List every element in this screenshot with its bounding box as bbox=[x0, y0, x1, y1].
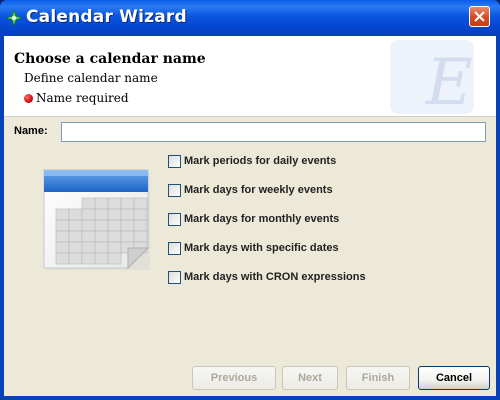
cron-checkbox[interactable] bbox=[168, 271, 181, 284]
step-title: Choose a calendar name bbox=[14, 51, 206, 67]
calendar-cell bbox=[81, 241, 96, 254]
calendar-icon bbox=[43, 169, 150, 270]
option-label: Mark days with specific dates bbox=[184, 242, 339, 254]
calendar-cell bbox=[94, 230, 109, 243]
name-label: Name: bbox=[14, 125, 48, 137]
option-label: Mark days for monthly events bbox=[184, 213, 340, 225]
validation-message: Name required bbox=[36, 91, 129, 105]
calendar-cell bbox=[107, 241, 122, 254]
option-label: Mark days for weekly events bbox=[184, 184, 333, 196]
calendar-cell bbox=[94, 208, 109, 221]
calendar-cell bbox=[107, 197, 122, 210]
calendar-cell bbox=[133, 208, 148, 221]
finish-button[interactable]: Finish bbox=[346, 366, 410, 390]
calendar-cell bbox=[55, 252, 70, 265]
calendar-cell bbox=[68, 230, 83, 243]
calendar-cell bbox=[94, 241, 109, 254]
calendar-cell bbox=[68, 219, 83, 232]
calendar-cell bbox=[55, 241, 70, 254]
calendar-cell bbox=[94, 219, 109, 232]
calendar-cell bbox=[81, 208, 96, 221]
option-label: Mark days with CRON expressions bbox=[184, 271, 366, 283]
next-button[interactable]: Next bbox=[282, 366, 338, 390]
calendar-cell bbox=[94, 252, 109, 265]
calendar-cell bbox=[120, 197, 135, 210]
calendar-cell bbox=[120, 208, 135, 221]
calendar-cell bbox=[120, 230, 135, 243]
calendar-cell bbox=[120, 219, 135, 232]
cancel-button[interactable]: Cancel bbox=[418, 366, 490, 390]
calendar-cell bbox=[68, 252, 83, 265]
watermark-logo: E bbox=[390, 40, 474, 114]
previous-button[interactable]: Previous bbox=[192, 366, 276, 390]
calendar-cell bbox=[81, 219, 96, 232]
calendar-cell bbox=[68, 208, 83, 221]
calendar-cell bbox=[81, 197, 96, 210]
calendar-cell bbox=[55, 230, 70, 243]
calendar-cell bbox=[55, 219, 70, 232]
calendar-cell bbox=[81, 252, 96, 265]
daily-checkbox[interactable] bbox=[168, 155, 181, 168]
error-dot-icon bbox=[24, 94, 33, 103]
monthly-checkbox[interactable] bbox=[168, 213, 181, 226]
calendar-cell bbox=[55, 208, 70, 221]
dialog-body: Choose a calendar name Define calendar n… bbox=[4, 36, 496, 396]
close-button[interactable] bbox=[469, 6, 490, 27]
calendar-cell bbox=[94, 197, 109, 210]
calendar-cell bbox=[133, 230, 148, 243]
weekly-checkbox[interactable] bbox=[168, 184, 181, 197]
window-title: Calendar Wizard bbox=[26, 7, 187, 27]
wizard-header: Choose a calendar name Define calendar n… bbox=[4, 36, 496, 117]
specific-dates-checkbox[interactable] bbox=[168, 242, 181, 255]
calendar-cell bbox=[133, 197, 148, 210]
app-icon bbox=[6, 10, 22, 26]
calendar-cell bbox=[133, 219, 148, 232]
calendar-cell bbox=[107, 230, 122, 243]
wizard-window: Calendar Wizard Choose a calendar name D… bbox=[0, 0, 500, 400]
title-bar[interactable]: Calendar Wizard bbox=[0, 0, 500, 36]
step-subtitle: Define calendar name bbox=[24, 71, 158, 85]
option-label: Mark periods for daily events bbox=[184, 155, 337, 167]
calendar-cell bbox=[81, 230, 96, 243]
calendar-name-input[interactable] bbox=[61, 122, 486, 142]
watermark-letter: E bbox=[425, 46, 473, 114]
close-icon bbox=[474, 11, 485, 22]
calendar-cell bbox=[68, 241, 83, 254]
calendar-cell bbox=[107, 219, 122, 232]
calendar-cell bbox=[107, 252, 122, 265]
calendar-cell bbox=[107, 208, 122, 221]
